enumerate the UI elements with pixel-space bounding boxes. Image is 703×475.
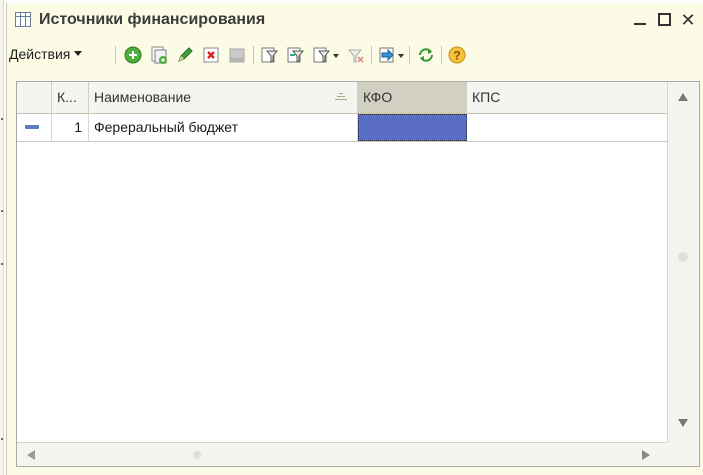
cell-kfo-selected[interactable]	[358, 114, 467, 141]
edge-mark	[1, 263, 3, 265]
header-kps[interactable]: КПС	[467, 82, 667, 113]
header-code[interactable]: К...	[52, 82, 89, 113]
toolbar-separator	[441, 46, 442, 64]
minimize-button[interactable]	[629, 10, 651, 30]
scroll-down-icon[interactable]	[678, 419, 688, 427]
help-icon: ?	[448, 46, 466, 64]
vertical-scrollbar[interactable]	[667, 82, 699, 442]
help-button[interactable]: ?	[447, 45, 467, 65]
maximize-icon	[657, 13, 671, 26]
add-button[interactable]	[123, 45, 143, 65]
close-icon: ✕	[680, 10, 696, 30]
filter-history-button[interactable]	[312, 45, 332, 65]
toolbar-separator	[371, 46, 372, 64]
filter-history-icon	[313, 47, 331, 63]
edge-mark	[1, 210, 3, 212]
svg-text:?: ?	[453, 49, 460, 63]
header-name-label: Наименование	[94, 89, 192, 105]
row-marker-cell	[17, 114, 52, 141]
finish-edit-button[interactable]	[227, 45, 247, 65]
clear-filter-icon	[347, 49, 364, 63]
chevron-down-icon[interactable]	[333, 54, 339, 58]
scroll-left-icon[interactable]	[27, 450, 35, 460]
pencil-icon	[178, 47, 193, 62]
minimize-icon	[634, 23, 646, 25]
delete-button[interactable]	[201, 45, 221, 65]
header-marker-column	[17, 82, 52, 113]
refresh-button[interactable]	[416, 45, 436, 65]
table-row[interactable]: 1 Фереральный бюджет	[17, 114, 667, 142]
copy-document-icon	[151, 46, 167, 64]
toolbar: Действия ?	[7, 37, 703, 71]
scroll-thumb[interactable]	[193, 451, 201, 459]
output-list-button[interactable]	[377, 45, 397, 65]
copy-button[interactable]	[149, 45, 169, 65]
header-name[interactable]: Наименование	[89, 82, 358, 113]
filter-by-value-icon	[287, 47, 305, 63]
output-list-icon	[379, 47, 394, 63]
chevron-down-icon	[74, 51, 83, 56]
actions-menu-button[interactable]: Действия	[9, 46, 83, 62]
horizontal-scrollbar[interactable]	[17, 442, 667, 466]
toolbar-separator	[253, 46, 254, 64]
filter-icon	[261, 47, 279, 63]
edit-button[interactable]	[175, 45, 195, 65]
window-title: Источники финансирования	[39, 11, 266, 28]
clear-filter-button[interactable]	[346, 45, 366, 65]
header-kfo[interactable]: КФО	[358, 82, 467, 113]
filter-button[interactable]	[260, 45, 280, 65]
cell-code[interactable]: 1	[52, 114, 89, 141]
cell-name[interactable]: Фереральный бюджет	[89, 114, 358, 141]
end-edit-icon	[229, 48, 245, 63]
close-button[interactable]: ✕	[677, 10, 699, 30]
edge-mark	[1, 438, 3, 440]
row-marker-icon	[25, 125, 39, 129]
background-window-edge	[0, 0, 4, 475]
refresh-icon	[419, 48, 433, 62]
scroll-up-icon[interactable]	[678, 93, 688, 101]
sort-icon	[335, 93, 347, 102]
cell-kps[interactable]	[467, 114, 667, 141]
scrollbar-corner	[667, 442, 699, 466]
actions-label: Действия	[9, 46, 71, 62]
scroll-thumb[interactable]	[678, 252, 688, 262]
chevron-down-icon[interactable]	[398, 54, 404, 58]
table-header: К... Наименование КФО КПС	[17, 82, 667, 114]
toolbar-separator	[115, 46, 116, 64]
title-bar[interactable]: Источники финансирования ✕	[7, 3, 703, 37]
scroll-right-icon[interactable]	[642, 450, 650, 460]
add-circle-icon	[124, 46, 142, 64]
data-table[interactable]: К... Наименование КФО КПС 1 Фереральный …	[16, 81, 700, 467]
toolbar-separator	[409, 46, 410, 64]
maximize-button[interactable]	[653, 10, 675, 30]
edge-mark	[1, 118, 3, 120]
filter-by-value-button[interactable]	[286, 45, 306, 65]
table-grid-icon	[15, 12, 31, 27]
delete-x-icon	[203, 47, 219, 63]
